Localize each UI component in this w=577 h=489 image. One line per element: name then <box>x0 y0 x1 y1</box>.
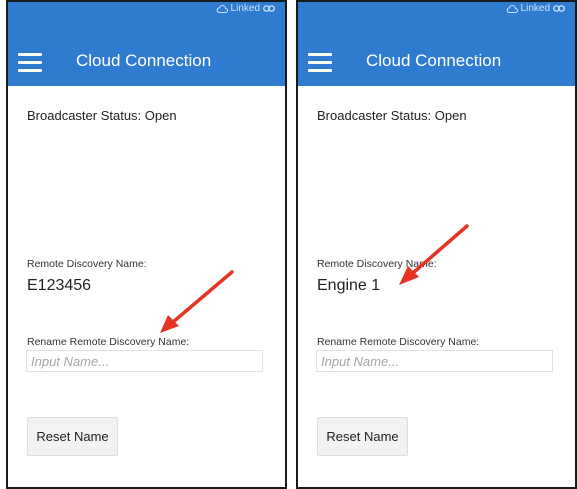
link-icon <box>553 5 565 12</box>
comparison-stage: Linked Cloud Connection Broadcaster Stat… <box>0 0 577 489</box>
remote-discovery-value: Engine 1 <box>317 277 381 294</box>
cloud-status-text: Linked <box>520 3 550 14</box>
reset-name-button[interactable]: Reset Name <box>317 417 408 456</box>
phone-screen-left: Linked Cloud Connection Broadcaster Stat… <box>6 0 287 489</box>
reset-name-button[interactable]: Reset Name <box>27 417 118 456</box>
cloud-status-link[interactable]: Linked <box>506 3 565 14</box>
app-bar: Linked Cloud Connection <box>298 2 575 86</box>
cloud-icon <box>216 4 228 13</box>
page-title: Cloud Connection <box>76 51 212 70</box>
rename-input[interactable] <box>26 350 263 372</box>
page-title: Cloud Connection <box>366 51 502 70</box>
rename-label: Rename Remote Discovery Name: <box>317 336 480 348</box>
remote-discovery-label: Remote Discovery Name: <box>27 258 147 270</box>
cloud-status-link[interactable]: Linked <box>216 3 275 14</box>
cloud-icon <box>506 4 518 13</box>
rename-input[interactable] <box>316 350 553 372</box>
app-bar: Linked Cloud Connection <box>8 2 285 86</box>
cloud-status-text: Linked <box>230 3 260 14</box>
broadcaster-status: Broadcaster Status: Open <box>27 108 177 123</box>
phone-screen-right: Linked Cloud Connection Broadcaster Stat… <box>296 0 577 489</box>
rename-label: Rename Remote Discovery Name: <box>27 336 190 348</box>
remote-discovery-label: Remote Discovery Name: <box>317 258 437 270</box>
hamburger-menu-icon[interactable] <box>18 53 42 73</box>
broadcaster-status: Broadcaster Status: Open <box>317 108 467 123</box>
link-icon <box>263 5 275 12</box>
hamburger-menu-icon[interactable] <box>308 53 332 73</box>
remote-discovery-value: E123456 <box>27 277 92 294</box>
